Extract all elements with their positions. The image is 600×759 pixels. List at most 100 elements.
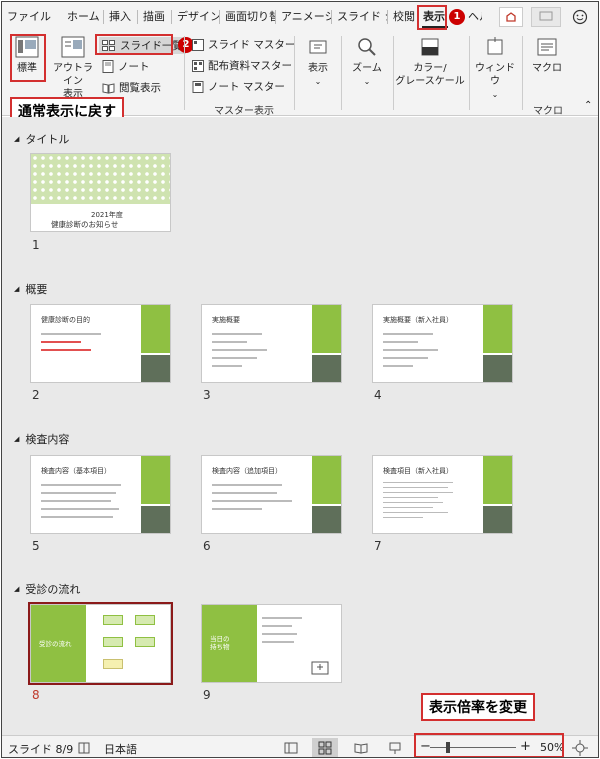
- slide-master-label: スライド マスター: [208, 39, 296, 51]
- slide-number: 5: [32, 539, 40, 553]
- show-label: 表示: [308, 63, 328, 74]
- handout-master-button[interactable]: 配布資料マスター: [192, 58, 292, 73]
- slide-thumbnail-2[interactable]: 健康診断の目的: [30, 304, 171, 383]
- slide-title: 実施概要: [212, 316, 240, 324]
- slide-sorter-pane: ◢ タイトル ◢ 概要 ◢ 検査内容 ◢ 受診の流れ 2021年度 健康診断のお知らせ …: [2, 117, 598, 735]
- section-label: 受診の流れ: [25, 583, 81, 596]
- window-icon: [487, 37, 503, 55]
- slide-master-button[interactable]: スライド マスター: [192, 37, 295, 52]
- accessibility-check-icon[interactable]: [77, 741, 91, 755]
- outline-view-button[interactable]: アウトライン 表示: [50, 36, 96, 101]
- section-label: 概要: [25, 283, 48, 296]
- powerpoint-window: ファイル ホーム 挿入 描画 デザイン 画面切り替 アニメーション スライド シ…: [1, 1, 599, 758]
- slide-thumbnail-1[interactable]: 2021年度 健康診断のお知らせ: [30, 153, 171, 232]
- smiley-icon[interactable]: [572, 9, 588, 25]
- slide-number: 6: [203, 539, 211, 553]
- slide-thumbnail-3[interactable]: 実施概要: [201, 304, 342, 383]
- view-tab-highlight: [417, 5, 447, 30]
- color-grayscale-icon: [421, 38, 439, 56]
- collapse-triangle-icon: ◢: [14, 285, 20, 293]
- notes-page-label: ノート: [118, 61, 150, 73]
- macro-icon: [537, 38, 557, 56]
- normal-view-status-icon[interactable]: [284, 741, 298, 755]
- macro-group-label: マクロ: [533, 106, 563, 117]
- collapse-triangle-icon: ◢: [14, 435, 20, 443]
- fit-to-window-icon[interactable]: [572, 740, 588, 756]
- tab-animations[interactable]: アニメーション: [276, 10, 332, 24]
- notes-icon: [102, 60, 114, 73]
- slide-title-line-2: 健康診断のお知らせ: [51, 220, 119, 229]
- macro-button[interactable]: マクロ: [525, 36, 569, 75]
- slide-number: 1: [32, 238, 40, 252]
- normal-view-highlight: [10, 34, 46, 82]
- comments-button[interactable]: [531, 7, 561, 27]
- slide-number: 9: [203, 688, 211, 702]
- tab-review[interactable]: 校閲: [388, 10, 418, 24]
- color-grayscale-button[interactable]: カラー/ グレースケール: [394, 36, 466, 88]
- step-badge-1: 1: [449, 9, 465, 25]
- slide-number: 2: [32, 388, 40, 402]
- slideshow-status-icon[interactable]: [388, 741, 402, 755]
- section-header-overview[interactable]: ◢ 概要: [14, 281, 47, 297]
- tab-file[interactable]: ファイル: [2, 2, 62, 32]
- zoom-button[interactable]: ズーム ⌄: [345, 36, 389, 88]
- outline-view-icon: [61, 36, 85, 58]
- macro-label: マクロ: [532, 63, 562, 74]
- slide-title: 受診の流れ: [39, 640, 72, 648]
- reading-view-status-icon[interactable]: [354, 741, 368, 755]
- tab-insert[interactable]: 挿入: [104, 10, 138, 24]
- tab-home[interactable]: ホーム: [62, 10, 104, 24]
- tab-design[interactable]: デザイン: [172, 10, 220, 24]
- slide-counter: スライド 8/9: [8, 743, 74, 756]
- notes-page-button[interactable]: ノート: [102, 59, 150, 74]
- tab-draw[interactable]: 描画: [138, 10, 172, 24]
- notes-master-icon: [192, 80, 204, 93]
- slide-thumbnail-5[interactable]: 検査内容（基本項目）: [30, 455, 171, 534]
- zoom-label: ズーム: [352, 63, 382, 74]
- slide-thumbnail-6[interactable]: 検査内容（追加項目）: [201, 455, 342, 534]
- slide-title: 当日の 持ち物: [210, 635, 230, 651]
- language-indicator[interactable]: 日本語: [104, 741, 137, 757]
- slide-title: 検査内容（基本項目）: [41, 467, 111, 475]
- master-views-group-label: マスター表示: [214, 106, 274, 117]
- collapse-triangle-icon: ◢: [14, 135, 20, 143]
- share-button[interactable]: [499, 7, 523, 27]
- slide-title: 実施概要（新入社員）: [383, 316, 453, 324]
- handout-master-icon: [192, 59, 204, 72]
- zoom-controls-highlight: [414, 733, 564, 757]
- section-header-title[interactable]: ◢ タイトル: [14, 131, 69, 147]
- section-header-flow[interactable]: ◢ 受診の流れ: [14, 581, 80, 597]
- slide-pattern-background: [31, 154, 170, 204]
- slide-thumbnail-9[interactable]: 当日の 持ち物: [201, 604, 342, 683]
- share-icon: [506, 12, 516, 22]
- section-label: タイトル: [25, 133, 70, 146]
- collapse-triangle-icon: ◢: [14, 585, 20, 593]
- window-button[interactable]: ウィンドウ ⌄: [472, 36, 518, 101]
- handout-master-label: 配布資料マスター: [208, 60, 292, 72]
- comment-icon: [539, 11, 553, 21]
- callout-zoom: 表示倍率を変更: [421, 693, 535, 721]
- slide-number: 7: [374, 539, 382, 553]
- show-button[interactable]: 表示 ⌄: [299, 36, 337, 88]
- slide-title: 健康診断の目的: [41, 316, 90, 324]
- slide-number: 3: [203, 388, 211, 402]
- window-chevron-down-icon: ⌄: [491, 90, 499, 99]
- slide-thumbnail-4[interactable]: 実施概要（新入社員）: [372, 304, 513, 383]
- collapse-ribbon-icon[interactable]: ⌃: [584, 100, 592, 111]
- slide-number-selected: 8: [32, 688, 40, 702]
- slide-title: 検査内容（追加項目）: [212, 467, 282, 475]
- slide-thumbnail-8[interactable]: 受診の流れ: [30, 604, 171, 683]
- slide-thumbnail-7[interactable]: 検査項目（新入社員）: [372, 455, 513, 534]
- reading-view-button[interactable]: 閲覧表示: [102, 80, 161, 95]
- slide-sorter-highlight: [95, 34, 173, 55]
- slide-sorter-status-icon: [318, 741, 332, 755]
- magnifier-icon: [358, 38, 376, 56]
- tab-transitions[interactable]: 画面切り替: [220, 10, 276, 24]
- color-grayscale-label: カラー/ グレースケール: [395, 63, 465, 87]
- hospital-icon: [311, 661, 329, 675]
- show-icon: [309, 40, 327, 54]
- tab-slideshow[interactable]: スライド ショー: [332, 10, 388, 24]
- book-icon: [102, 82, 115, 94]
- section-header-inspection[interactable]: ◢ 検査内容: [14, 431, 69, 447]
- notes-master-button[interactable]: ノート マスター: [192, 79, 285, 94]
